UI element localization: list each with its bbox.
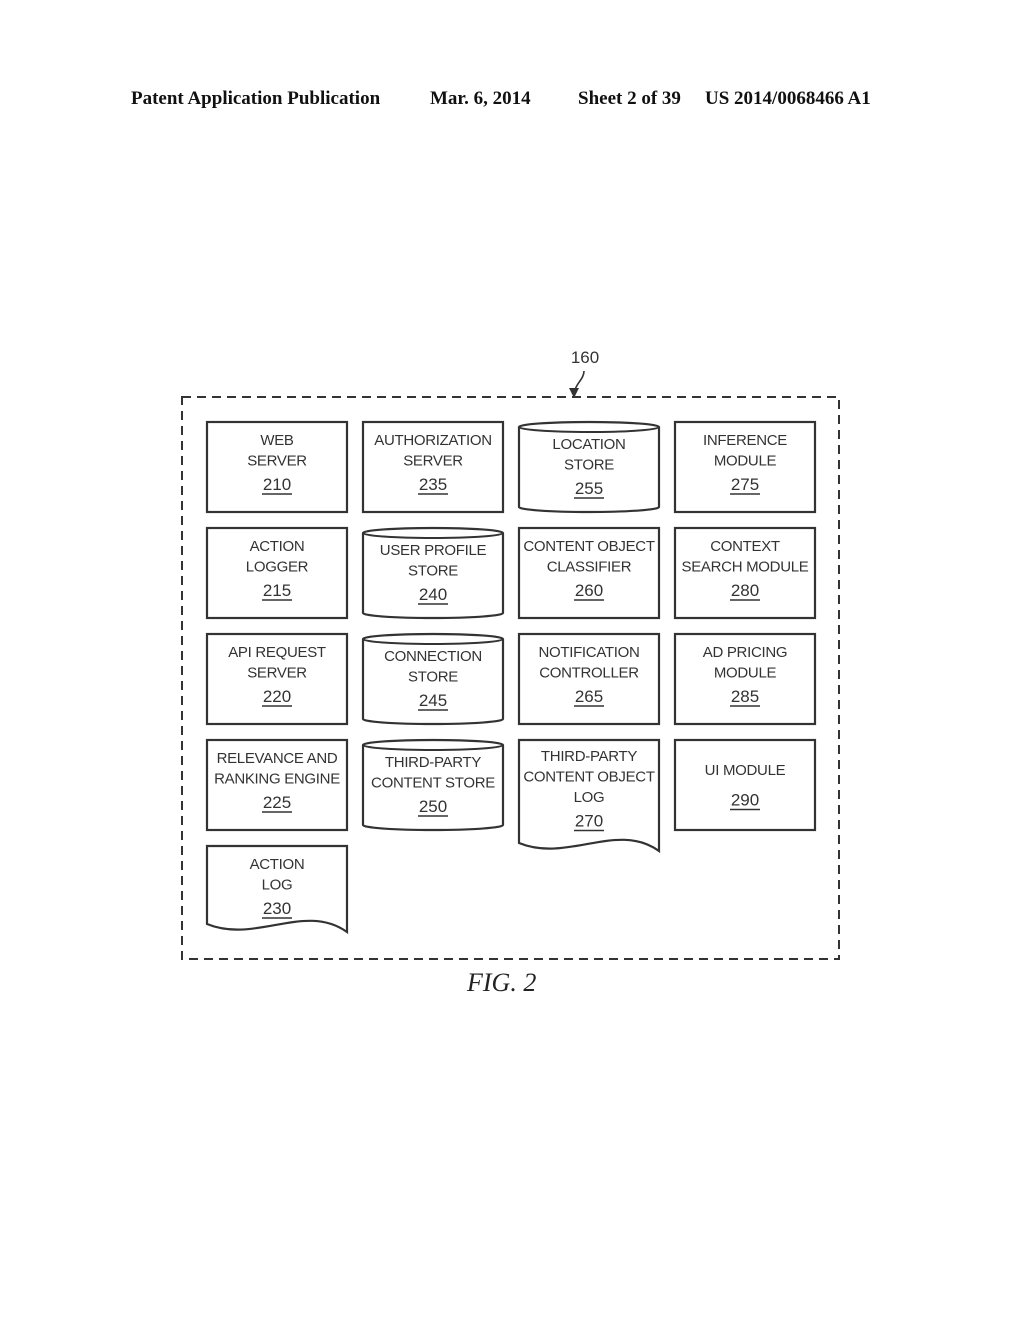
reference-number: 265	[575, 687, 603, 706]
reference-number: 210	[263, 475, 291, 494]
component-label: SEARCH MODULE	[682, 559, 809, 576]
component-label: SERVER	[247, 453, 307, 470]
component-240: USER PROFILE STORE 240	[361, 526, 505, 620]
component-275: INFERENCE MODULE 275	[673, 420, 817, 514]
component-label: USER PROFILE	[380, 542, 487, 559]
components-group: WEB SERVER 210 ACTION LOGGER 215 API REQUEST SE…	[205, 420, 817, 935]
component-260: CONTENT OBJECT CLASSIFIER 260	[517, 526, 661, 620]
component-label: ACTION	[250, 538, 305, 555]
component-label: STORE	[564, 457, 614, 474]
component-285: AD PRICING MODULE 285	[673, 632, 817, 726]
reference-number: 230	[263, 899, 291, 918]
reference-number: 215	[263, 581, 291, 600]
component-label: STORE	[408, 563, 458, 580]
component-220: API REQUEST SERVER 220	[205, 632, 349, 726]
component-230: ACTION LOG 230	[205, 844, 349, 935]
component-label: CONNECTION	[384, 648, 482, 665]
component-225: RELEVANCE AND RANKING ENGINE 225	[205, 738, 349, 832]
component-label: CONTROLLER	[539, 665, 639, 682]
component-label: STORE	[408, 669, 458, 686]
component-250: THIRD-PARTY CONTENT STORE 250	[361, 738, 505, 832]
component-210: WEB SERVER 210	[205, 420, 349, 514]
figure-caption: FIG. 2	[467, 968, 537, 997]
component-label: RANKING ENGINE	[214, 771, 340, 788]
system-block-diagram: 160 WEB SERVER 210 ACTION LOGGER 215 API REQUE…	[181, 348, 840, 960]
reference-number: 240	[419, 585, 447, 604]
component-label: API REQUEST	[228, 644, 326, 661]
system-reference-number: 160	[571, 348, 599, 367]
component-label: LOCATION	[552, 436, 625, 453]
component-270: THIRD-PARTY CONTENT OBJECT LOG 270	[517, 738, 661, 854]
reference-number: 220	[263, 687, 291, 706]
component-label: NOTIFICATION	[538, 644, 639, 661]
reference-number: 285	[731, 687, 759, 706]
component-label: SERVER	[247, 665, 307, 682]
component-label: THIRD-PARTY	[541, 748, 637, 765]
reference-number: 250	[419, 797, 447, 816]
component-235: AUTHORIZATION SERVER 235	[361, 420, 505, 514]
component-label: RELEVANCE AND	[217, 750, 338, 767]
component-label: MODULE	[714, 453, 777, 470]
reference-number: 225	[263, 793, 291, 812]
reference-number: 260	[575, 581, 603, 600]
component-265: NOTIFICATION CONTROLLER 265	[517, 632, 661, 726]
component-label: MODULE	[714, 665, 777, 682]
component-label: LOGGER	[246, 559, 309, 576]
component-245: CONNECTION STORE 245	[361, 632, 505, 726]
reference-number: 235	[419, 475, 447, 494]
reference-number: 275	[731, 475, 759, 494]
module-box	[673, 738, 817, 832]
component-label: THIRD-PARTY	[385, 754, 481, 771]
component-290: UI MODULE 290	[673, 738, 817, 832]
component-label: INFERENCE	[703, 432, 787, 449]
component-label: LOG	[262, 877, 293, 894]
component-label: LOG	[574, 789, 605, 806]
component-label: CONTENT STORE	[371, 775, 495, 792]
component-label: SERVER	[403, 453, 463, 470]
component-215: ACTION LOGGER 215	[205, 526, 349, 620]
component-255: LOCATION STORE 255	[517, 420, 661, 514]
component-label: CONTENT OBJECT	[523, 769, 655, 786]
component-label: CONTENT OBJECT	[523, 538, 655, 555]
reference-number: 255	[575, 479, 603, 498]
component-280: CONTEXT SEARCH MODULE 280	[673, 526, 817, 620]
component-label: AUTHORIZATION	[374, 432, 492, 449]
component-label: AD PRICING	[703, 644, 788, 661]
component-label: CONTEXT	[710, 538, 780, 555]
reference-number: 245	[419, 691, 447, 710]
reference-number: 290	[731, 791, 759, 810]
component-label: WEB	[260, 432, 294, 449]
component-label: ACTION	[250, 856, 305, 873]
component-label: UI MODULE	[705, 762, 786, 779]
reference-number: 280	[731, 581, 759, 600]
reference-number: 270	[575, 812, 603, 831]
component-label: CLASSIFIER	[547, 559, 632, 576]
